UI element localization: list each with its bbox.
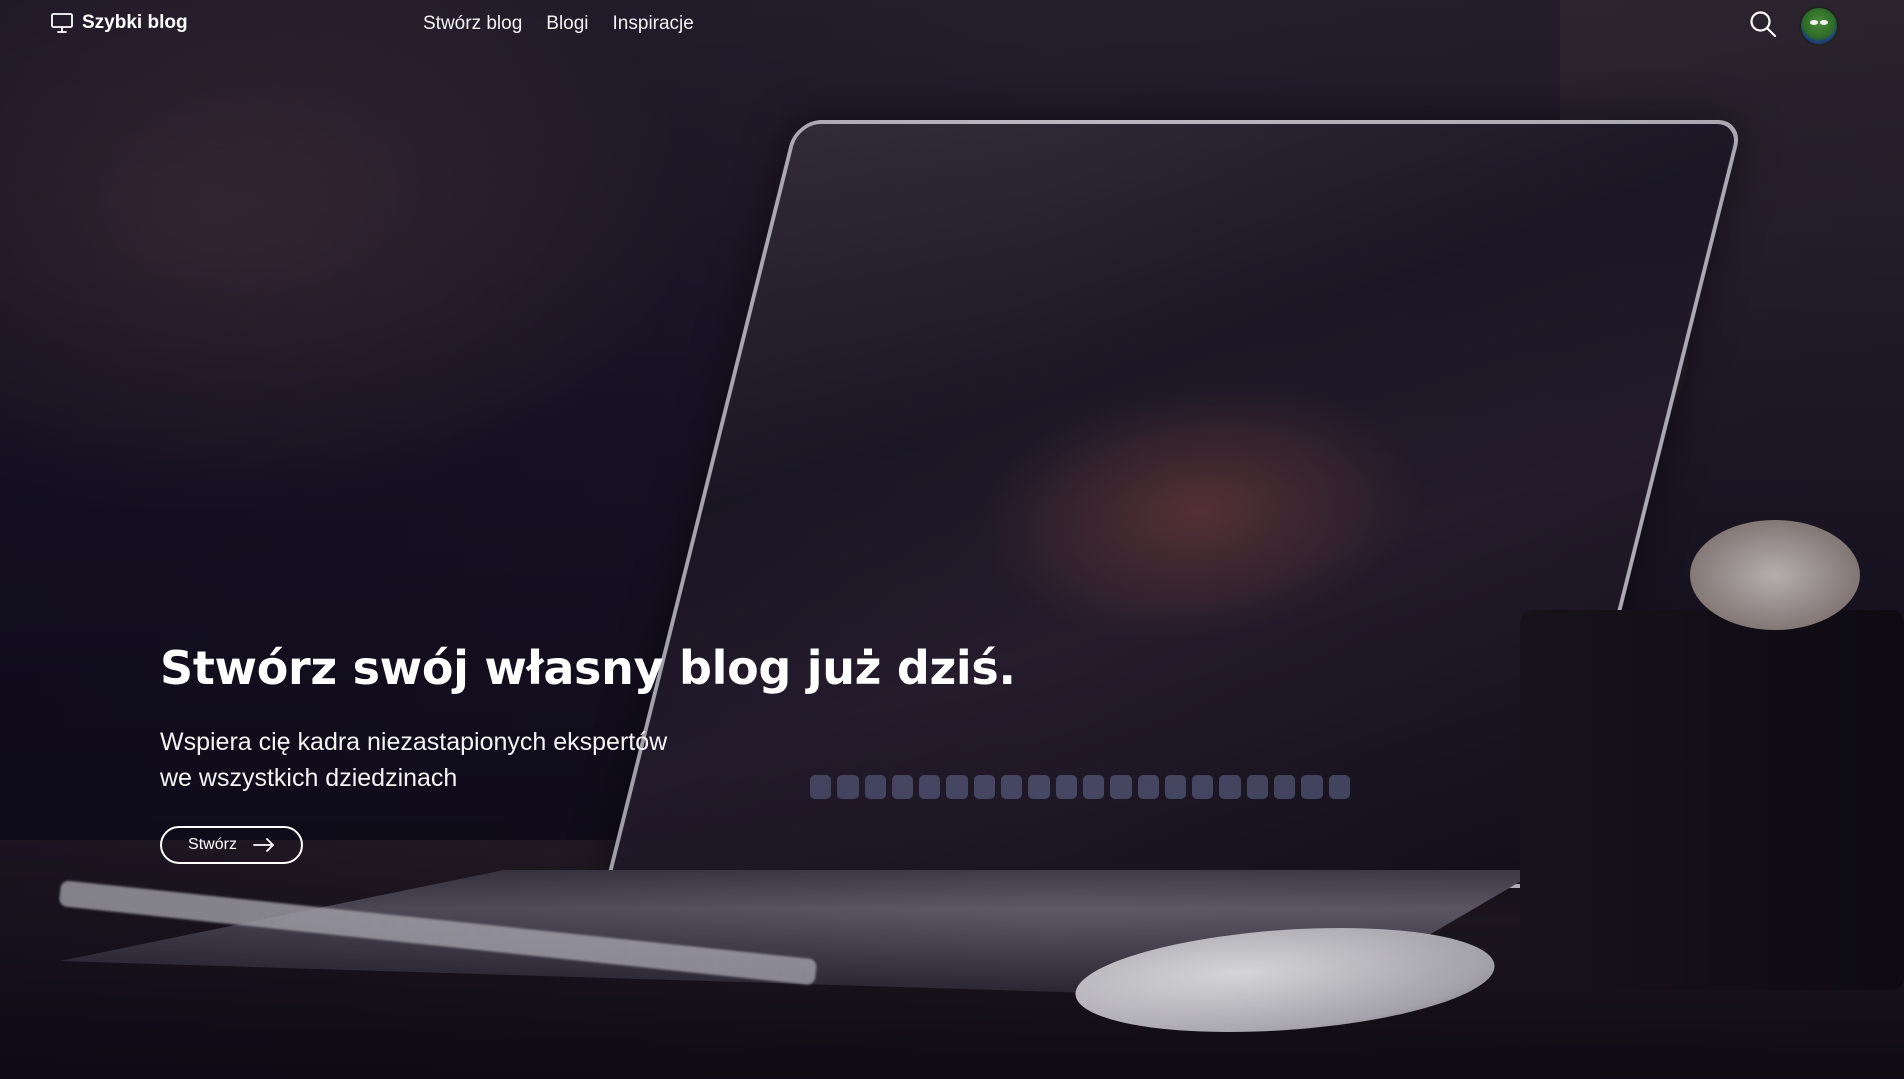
hero-background	[0, 0, 1904, 1079]
search-icon	[1750, 11, 1777, 38]
brand-name: Szybki blog	[82, 12, 188, 33]
avatar-eye-left	[1810, 20, 1818, 25]
hero-subtitle: Wspiera cię kadra niezastapionych eksper…	[160, 724, 760, 796]
monitor-icon	[50, 12, 74, 34]
nav-link-blogs[interactable]: Blogi	[546, 13, 588, 35]
arrow-right-icon	[253, 838, 274, 852]
search-button[interactable]	[1748, 9, 1778, 39]
hero-overlay	[0, 0, 1904, 1079]
avatar-eye-right	[1820, 20, 1828, 25]
hero-title: Stwórz swój własny blog już dziś.	[160, 641, 1016, 695]
navbar: Szybki blog Stwórz blog Blogi Inspiracje	[0, 0, 1904, 50]
hero-content: Stwórz swój własny blog już dziś. Wspier…	[160, 640, 1060, 796]
create-button[interactable]: Stwórz	[160, 826, 303, 864]
nav-links: Stwórz blog Blogi Inspiracje	[423, 13, 694, 35]
nav-link-inspirations[interactable]: Inspiracje	[613, 13, 694, 35]
hero-subtitle-line-2: we wszystkich dziedzinach	[160, 764, 458, 792]
hero-subtitle-line-1: Wspiera cię kadra niezastapionych eksper…	[160, 728, 668, 756]
user-avatar[interactable]	[1799, 6, 1839, 46]
create-button-label: Stwórz	[188, 836, 237, 853]
nav-link-create-blog[interactable]: Stwórz blog	[423, 13, 522, 35]
brand-link[interactable]: Szybki blog	[50, 12, 188, 34]
